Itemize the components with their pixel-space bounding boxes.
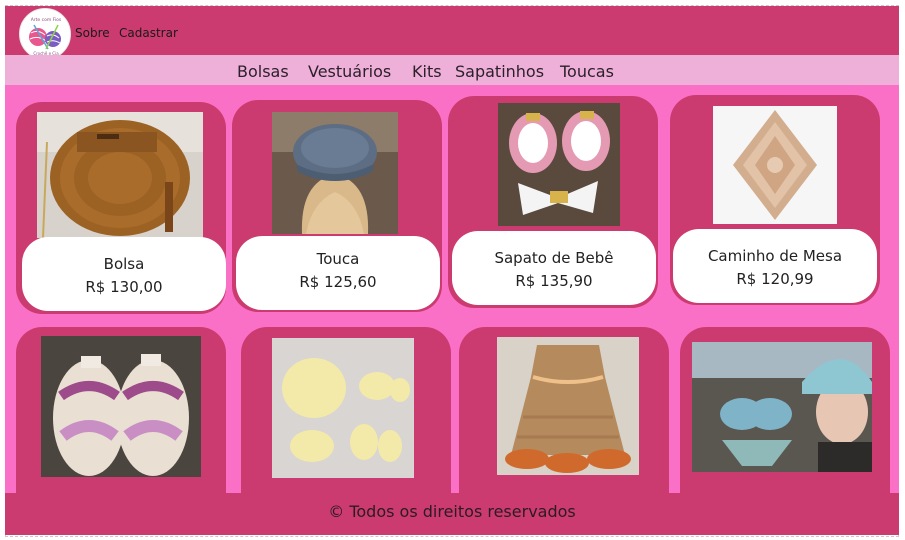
product-label-bolsa: Bolsa R$ 130,00 (22, 237, 226, 311)
category-sapatinhos[interactable]: Sapatinhos (455, 62, 544, 81)
product-image-bolsa[interactable] (37, 112, 203, 238)
product-price: R$ 135,90 (515, 272, 593, 290)
top-bar: Arte com Fios Crochê e Cia Sobre Cadastr… (5, 6, 899, 60)
product-name: Caminho de Mesa (707, 247, 843, 265)
product-name: Sapato de Bebê (494, 249, 614, 267)
product-image-vestido[interactable] (497, 337, 639, 475)
category-kits[interactable]: Kits (412, 62, 442, 81)
product-label-touca: Touca R$ 125,60 (236, 236, 440, 310)
product-price: R$ 130,00 (85, 278, 163, 296)
footer-copyright: © Todos os direitos reservados (328, 502, 576, 521)
svg-text:Arte com Fios: Arte com Fios (31, 17, 62, 23)
nav-link-cadastrar[interactable]: Cadastrar (119, 26, 178, 40)
product-price: R$ 120,99 (736, 270, 814, 288)
footer: © Todos os direitos reservados (5, 493, 899, 535)
product-price: R$ 125,60 (299, 273, 377, 291)
category-vestuarios[interactable]: Vestuários (308, 62, 391, 81)
product-label-caminho-de-mesa: Caminho de Mesa R$ 120,99 (673, 229, 877, 303)
product-label-sapato: Sapato de Bebê R$ 135,90 (452, 231, 656, 305)
category-toucas[interactable]: Toucas (560, 62, 614, 81)
product-name: Bolsa (103, 255, 145, 273)
category-bolsas[interactable]: Bolsas (237, 62, 289, 81)
product-name: Touca (316, 250, 360, 268)
nav-link-sobre[interactable]: Sobre (75, 26, 110, 40)
product-image-sandalia[interactable] (41, 336, 201, 477)
product-image-kit-bebe[interactable] (272, 338, 414, 478)
yarn-logo-icon: Arte com Fios Crochê e Cia (29, 17, 62, 56)
product-image-caminho-de-mesa[interactable] (713, 106, 837, 224)
product-image-sapato[interactable] (498, 103, 620, 226)
category-nav: Bolsas Vestuários Kits Sapatinhos Toucas (5, 55, 899, 85)
logo[interactable]: Arte com Fios Crochê e Cia (19, 8, 71, 60)
product-image-touca[interactable] (272, 112, 398, 234)
product-image-biquini[interactable] (692, 342, 872, 472)
